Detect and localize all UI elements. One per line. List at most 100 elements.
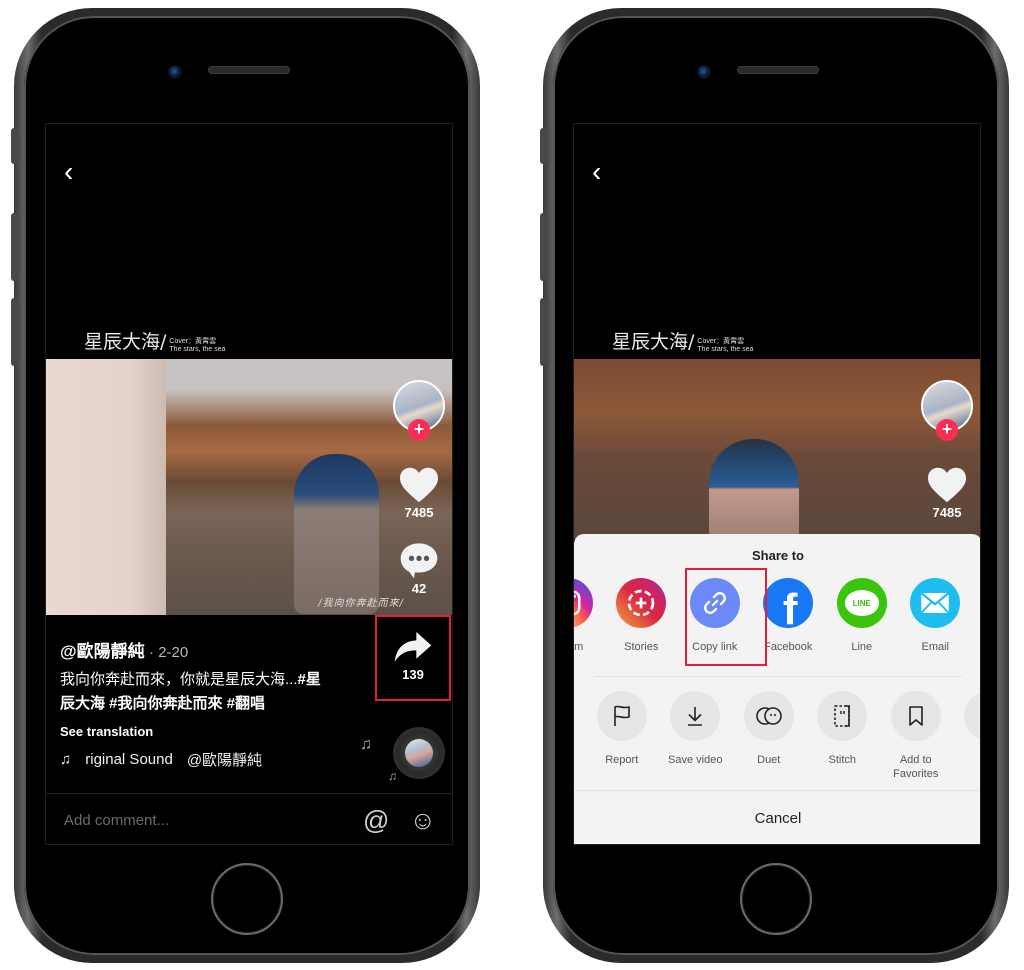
comment-bar: Add comment... @ ☺ [46, 793, 452, 844]
share-arrow-icon[interactable] [393, 630, 433, 664]
instagram-icon [574, 578, 593, 628]
action-add-to-favorites[interactable]: Add to Favorites [879, 691, 953, 781]
sound-author: @歐陽靜純 [186, 752, 263, 769]
action-report[interactable]: Report [585, 691, 659, 781]
copy-link-highlight-box [685, 568, 767, 666]
action-live[interactable]: Live [953, 691, 980, 781]
cover-subtitle: The stars, the sea [697, 346, 754, 353]
duet-icon [743, 691, 794, 741]
sound-ticker[interactable]: ♫ riginal Sound @歐陽靜純 [60, 749, 350, 770]
share-label: Email [921, 641, 949, 653]
bookmark-icon [890, 691, 941, 741]
creator-avatar[interactable]: + [393, 380, 445, 441]
action-label-line1: Add to [899, 754, 932, 766]
action-label: Report [605, 754, 639, 766]
video-caption: @歐陽靜純 · 2-20 我向你奔赴而來，你就是星辰大海...#星 辰大海 #我… [60, 637, 350, 770]
share-action[interactable]: 139 [383, 630, 443, 682]
floating-note-icon: ♫ [360, 736, 372, 753]
caption-username[interactable]: @歐陽靜純 [60, 642, 145, 661]
volume-up-button [11, 213, 17, 281]
video-cover-title: 星辰大海/ Cover：黃霄雲 The stars, the sea [84, 327, 225, 354]
action-save-video[interactable]: Save video [659, 691, 733, 781]
heart-icon[interactable] [398, 466, 440, 504]
volume-down-button [540, 298, 546, 366]
comment-count: 42 [411, 581, 427, 596]
sheet-divider [594, 676, 962, 677]
sound-disc[interactable] [393, 727, 445, 779]
action-rail: + 7485 [917, 380, 977, 520]
cover-credit-block: Cover：黃霄雲 The stars, the sea [697, 338, 753, 354]
back-chevron-icon[interactable]: ‹ [64, 158, 73, 186]
music-note-icon: ♫ [60, 751, 72, 768]
share-label: Line [851, 641, 873, 653]
action-label-line2: Favorites [893, 768, 939, 780]
comment-bubble-icon[interactable] [398, 540, 440, 580]
caption-date: · 2-20 [149, 644, 189, 661]
action-label: Duet [757, 754, 781, 766]
like-count: 7485 [932, 505, 962, 520]
heart-icon[interactable] [926, 466, 968, 504]
back-chevron-icon[interactable]: ‹ [592, 158, 601, 186]
like-count: 7485 [404, 505, 434, 520]
see-translation-link[interactable]: See translation [60, 724, 350, 739]
share-targets-row: agram Stories Copy link f Facebook [574, 578, 972, 654]
earpiece-speaker [737, 66, 819, 74]
share-line[interactable]: LINE Line [825, 578, 899, 654]
front-camera [168, 65, 182, 79]
stitch-icon [817, 691, 868, 741]
home-button[interactable] [740, 863, 812, 935]
sound-name: riginal Sound [85, 751, 173, 768]
action-stitch[interactable]: Stitch [806, 691, 880, 781]
follow-plus-icon[interactable]: + [408, 419, 430, 441]
share-sheet: Share to agram Stories Copy link [574, 534, 980, 844]
add-comment-input[interactable]: Add comment... [64, 812, 343, 829]
mute-switch [540, 128, 546, 164]
action-label: Stitch [828, 754, 856, 766]
cover-credit-block: Cover：黃霄雲 The stars, the sea [169, 338, 225, 354]
cover-credit: Cover：黃霄雲 [697, 338, 745, 345]
video-subject [709, 439, 799, 539]
share-instagram[interactable]: agram [574, 578, 605, 654]
mute-switch [11, 128, 17, 164]
cancel-button[interactable]: Cancel [574, 790, 980, 844]
flag-icon [596, 691, 647, 741]
earpiece-speaker [208, 66, 290, 74]
cover-subtitle: The stars, the sea [169, 346, 226, 353]
action-label: Live [979, 753, 980, 767]
tiktok-share-screen: ‹ 星辰大海/ Cover：黃霄雲 The stars, the sea + 7… [573, 123, 981, 845]
share-email[interactable]: Email [899, 578, 973, 654]
front-camera [697, 65, 711, 79]
action-label: Add to Favorites [893, 753, 938, 781]
home-button[interactable] [211, 863, 283, 935]
caption-description: 我向你奔赴而來，你就是星辰大海...#星 辰大海 #我向你奔赴而來 #翻唱 [60, 668, 350, 716]
video-subtitle: /我向你奔赴而來/ [318, 598, 404, 609]
creator-avatar[interactable]: + [921, 380, 973, 441]
share-label: Stories [624, 641, 659, 653]
share-count: 139 [402, 667, 424, 682]
cover-title-text: 星辰大海/ [612, 331, 695, 353]
follow-plus-icon[interactable]: + [936, 419, 958, 441]
stories-icon [616, 578, 667, 628]
action-duet[interactable]: Duet [732, 691, 806, 781]
video-curtain [46, 359, 166, 615]
floating-note-icon-small: ♫ [388, 769, 397, 783]
video-cover-title: 星辰大海/ Cover：黃霄雲 The stars, the sea [612, 327, 753, 354]
live-icon [964, 691, 980, 741]
share-label: agram [574, 641, 584, 653]
volume-down-button [11, 298, 17, 366]
action-label: Save video [668, 754, 723, 766]
video-subject [294, 454, 379, 614]
tiktok-video-screen: ‹ 星辰大海/ Cover：黃霄雲 The stars, the sea /我向… [45, 123, 453, 845]
download-icon [670, 691, 721, 741]
facebook-icon: f [763, 578, 814, 628]
sound-disc-art [405, 739, 433, 767]
caption-hashtag[interactable]: #星 [298, 671, 321, 688]
share-stories[interactable]: Stories [605, 578, 679, 654]
cover-title-text: 星辰大海/ [84, 331, 167, 353]
line-icon: LINE [836, 578, 887, 628]
caption-hashtags[interactable]: 辰大海 #我向你奔赴而來 #翻唱 [60, 695, 265, 712]
share-sheet-title: Share to [751, 548, 804, 563]
emoji-icon[interactable]: ☺ [409, 805, 436, 836]
share-label: Facebook [764, 641, 813, 653]
mention-icon[interactable]: @ [363, 805, 389, 836]
